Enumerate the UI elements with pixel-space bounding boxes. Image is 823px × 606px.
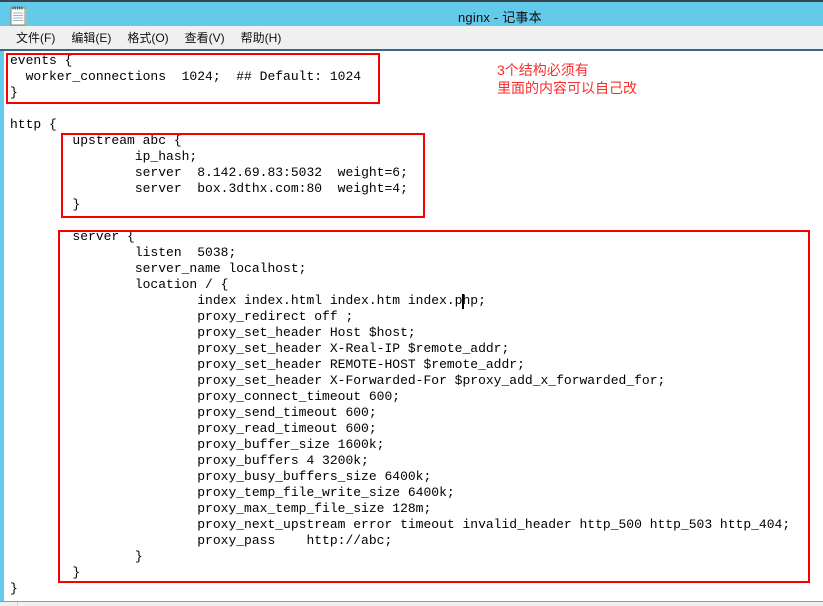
highlight-box-events-block [6,53,380,104]
annotation-note-2: 里面的内容可以自己改 [497,79,637,97]
window-title: nginx - 记事本 [458,7,542,26]
menu-item-edit[interactable]: 编辑(E) [63,26,119,49]
menu-item-help[interactable]: 帮助(H) [233,26,290,49]
notepad-icon [9,6,28,26]
annotation-note-1: 3个结构必须有 [497,61,589,79]
horizontal-scrollbar[interactable] [0,601,823,606]
notepad-window: nginx - 记事本 文件(F) 编辑(E) 格式(O) 查看(V) 帮助(H… [0,0,823,606]
scrollbar-notch [17,602,18,606]
menu-bar: 文件(F) 编辑(E) 格式(O) 查看(V) 帮助(H) [0,26,823,51]
edit-area[interactable]: events { worker_connections 1024; ## Def… [0,51,823,606]
title-bar[interactable]: nginx - 记事本 [0,0,823,26]
highlight-box-server-block [58,230,810,583]
menu-item-file[interactable]: 文件(F) [8,26,63,49]
window-left-border [0,51,4,606]
menu-item-view[interactable]: 查看(V) [177,26,233,49]
highlight-box-upstream-block [61,133,425,218]
menu-item-format[interactable]: 格式(O) [119,26,176,49]
